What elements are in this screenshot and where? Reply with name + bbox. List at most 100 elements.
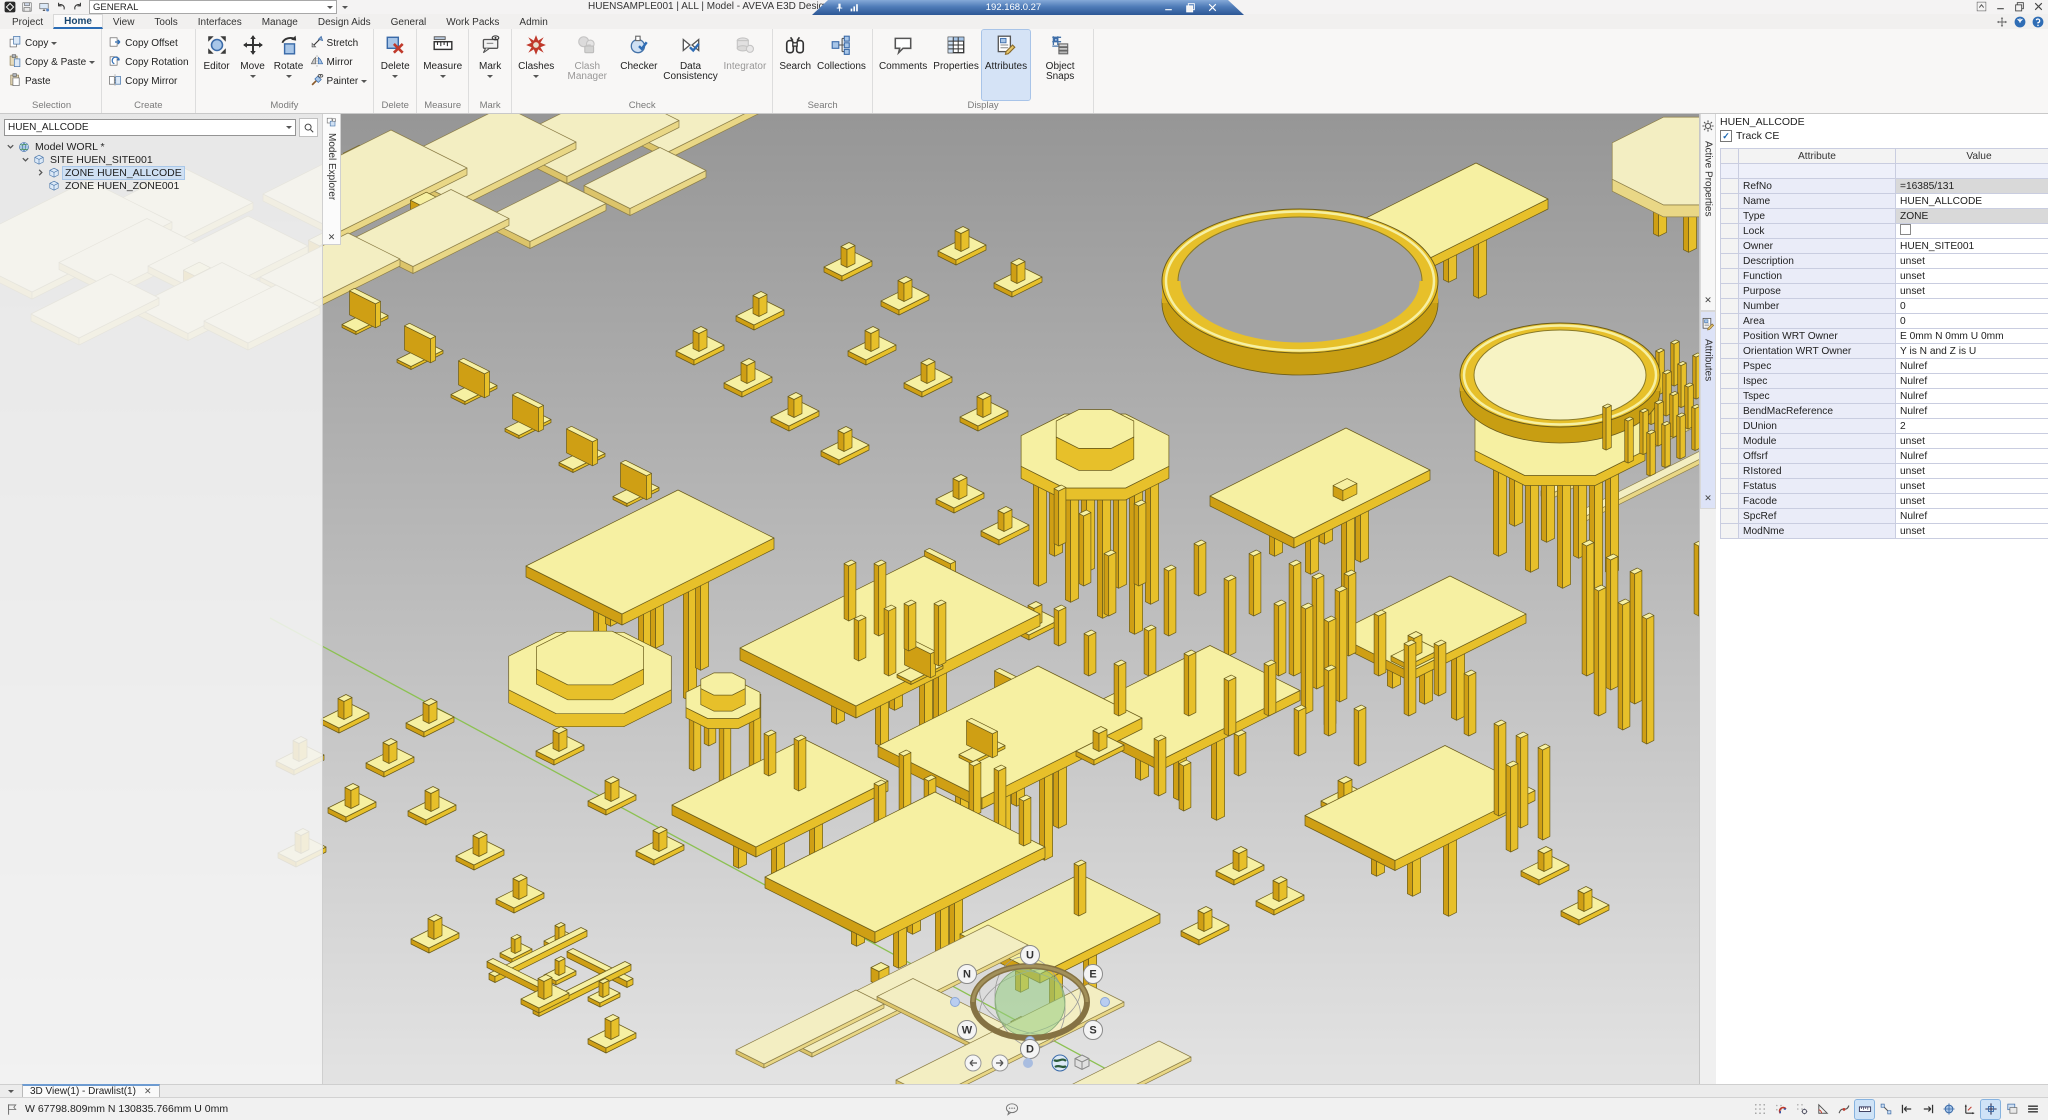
row-selector[interactable] bbox=[1721, 299, 1739, 314]
close-icon[interactable]: ✕ bbox=[144, 1086, 152, 1097]
collections-button[interactable]: Collections bbox=[814, 30, 869, 100]
ribbon-tab-manage[interactable]: Manage bbox=[252, 16, 308, 29]
properties-button[interactable]: Properties bbox=[930, 30, 982, 100]
tree-item-model-worl-[interactable]: Model WORL * bbox=[0, 140, 322, 153]
row-selector[interactable] bbox=[1721, 344, 1739, 359]
close-icon[interactable]: ✕ bbox=[1702, 294, 1714, 307]
data-consistency-button[interactable]: Data Consistency bbox=[661, 30, 721, 100]
attribute-value-cell[interactable]: ZONE bbox=[1896, 209, 2048, 224]
close-icon[interactable]: ✕ bbox=[326, 231, 338, 244]
chevron-down-icon[interactable] bbox=[6, 142, 15, 151]
ribbon-collapse-icon[interactable] bbox=[1976, 1, 1987, 12]
redo-icon[interactable] bbox=[72, 1, 84, 13]
row-selector[interactable] bbox=[1721, 164, 1739, 179]
view-mode-dot[interactable] bbox=[1023, 1058, 1033, 1068]
track-ce-checkbox[interactable]: ✓ bbox=[1720, 130, 1732, 142]
comments-button[interactable]: Comments bbox=[876, 30, 930, 100]
row-selector[interactable] bbox=[1721, 524, 1739, 539]
customize-toolbar-icon[interactable] bbox=[342, 6, 348, 12]
attribute-value-cell[interactable]: E 0mm N 0mm U 0mm bbox=[1896, 329, 2048, 344]
ribbon-tab-project[interactable]: Project bbox=[2, 16, 53, 29]
ribbon-tab-design-aids[interactable]: Design Aids bbox=[308, 16, 381, 29]
row-selector[interactable] bbox=[1721, 269, 1739, 284]
clashes-button[interactable]: Clashes bbox=[515, 30, 557, 100]
node-snap-toggle[interactable] bbox=[1876, 1100, 1895, 1119]
cube-view-button[interactable] bbox=[1075, 1055, 1089, 1070]
attribute-value-cell[interactable]: Nulref bbox=[1896, 359, 2048, 374]
explorer-search-input[interactable]: HUEN_ALLCODE bbox=[4, 119, 296, 136]
delete-button[interactable]: Delete bbox=[377, 30, 413, 100]
painter-button[interactable]: Painter bbox=[307, 72, 371, 90]
attribute-value-cell[interactable]: 0 bbox=[1896, 314, 2048, 329]
tree-item-zone-huen-allcode[interactable]: ZONE HUEN_ALLCODE bbox=[0, 166, 322, 179]
paste-button[interactable]: Paste bbox=[5, 72, 98, 90]
column-header-value[interactable]: Value bbox=[1896, 149, 2048, 164]
compass-D-button[interactable]: D bbox=[1021, 1040, 1040, 1059]
copy-button[interactable]: Copy bbox=[5, 34, 98, 52]
app-icon[interactable] bbox=[4, 1, 16, 13]
row-selector[interactable] bbox=[1721, 434, 1739, 449]
extend-end-toggle[interactable] bbox=[1918, 1100, 1937, 1119]
extend-start-toggle[interactable] bbox=[1897, 1100, 1916, 1119]
curve-snap-toggle[interactable] bbox=[1834, 1100, 1853, 1119]
minimize-icon[interactable] bbox=[1163, 2, 1174, 13]
compass-S-button[interactable]: S bbox=[1084, 1021, 1103, 1040]
row-selector[interactable] bbox=[1721, 254, 1739, 269]
attribute-value-cell[interactable]: unset bbox=[1896, 254, 2048, 269]
row-selector[interactable] bbox=[1721, 419, 1739, 434]
row-selector[interactable] bbox=[1721, 194, 1739, 209]
comment-bubble-icon[interactable] bbox=[1004, 1101, 1020, 1117]
tree-item-site-huen-site001[interactable]: SITE HUEN_SITE001 bbox=[0, 153, 322, 166]
view-history-back-button[interactable] bbox=[965, 1055, 981, 1071]
checker-button[interactable]: Checker bbox=[617, 30, 660, 100]
attributes-button[interactable]: Attributes bbox=[982, 30, 1030, 100]
row-selector[interactable] bbox=[1721, 494, 1739, 509]
row-selector[interactable] bbox=[1721, 404, 1739, 419]
compass-W-button[interactable]: W bbox=[958, 1021, 977, 1040]
attribute-value-cell[interactable]: unset bbox=[1896, 284, 2048, 299]
close-icon[interactable] bbox=[2033, 1, 2044, 12]
row-selector[interactable] bbox=[1721, 239, 1739, 254]
row-selector[interactable] bbox=[1721, 464, 1739, 479]
menu-toggle[interactable] bbox=[2023, 1100, 2042, 1119]
row-selector[interactable] bbox=[1721, 179, 1739, 194]
layers-toggle[interactable] bbox=[2002, 1100, 2021, 1119]
copy-rotation-button[interactable]: Copy Rotation bbox=[105, 53, 191, 71]
chevron-down-icon[interactable] bbox=[21, 155, 30, 164]
row-selector[interactable] bbox=[1721, 374, 1739, 389]
view-tab[interactable]: 3D View(1) - Drawlist(1) ✕ bbox=[22, 1084, 160, 1098]
mark-button[interactable]: Mark bbox=[472, 30, 508, 100]
row-selector[interactable] bbox=[1721, 389, 1739, 404]
search-button[interactable]: Search bbox=[776, 30, 814, 100]
row-selector[interactable] bbox=[1721, 479, 1739, 494]
copy-mirror-button[interactable]: Copy Mirror bbox=[105, 72, 191, 90]
axis-snap-toggle[interactable] bbox=[1960, 1100, 1979, 1119]
attribute-value-cell[interactable]: Nulref bbox=[1896, 509, 2048, 524]
row-selector[interactable] bbox=[1721, 314, 1739, 329]
close-icon[interactable] bbox=[1207, 2, 1218, 13]
globe-view-button[interactable] bbox=[1052, 1055, 1068, 1071]
attribute-value-cell[interactable]: Nulref bbox=[1896, 389, 2048, 404]
attribute-value-cell[interactable]: unset bbox=[1896, 269, 2048, 284]
minimize-icon[interactable] bbox=[1995, 1, 2006, 12]
attribute-value-cell[interactable]: unset bbox=[1896, 494, 2048, 509]
angle-snap-toggle[interactable] bbox=[1813, 1100, 1832, 1119]
display-icon[interactable] bbox=[38, 1, 50, 13]
attribute-value-cell[interactable]: unset bbox=[1896, 479, 2048, 494]
row-selector[interactable] bbox=[1721, 284, 1739, 299]
column-header-attribute[interactable]: Attribute bbox=[1739, 149, 1896, 164]
document-combo[interactable]: GENERAL bbox=[89, 0, 337, 14]
editor-button[interactable]: Editor bbox=[199, 30, 235, 100]
row-selector[interactable] bbox=[1721, 449, 1739, 464]
navigate-icon[interactable] bbox=[1996, 16, 2008, 28]
ribbon-tab-tools[interactable]: Tools bbox=[144, 16, 187, 29]
measure-button[interactable]: Measure bbox=[420, 30, 465, 100]
attribute-value-cell[interactable]: 2 bbox=[1896, 419, 2048, 434]
chevron-right-icon[interactable] bbox=[36, 168, 45, 177]
attribute-value-cell[interactable]: HUEN_SITE001 bbox=[1896, 239, 2048, 254]
attribute-value-cell[interactable]: 0 bbox=[1896, 299, 2048, 314]
attribute-value-cell[interactable]: Nulref bbox=[1896, 449, 2048, 464]
compass-E-button[interactable]: E bbox=[1084, 965, 1103, 984]
mirror-button[interactable]: Mirror bbox=[307, 53, 371, 71]
attribute-value-cell[interactable]: Nulref bbox=[1896, 404, 2048, 419]
